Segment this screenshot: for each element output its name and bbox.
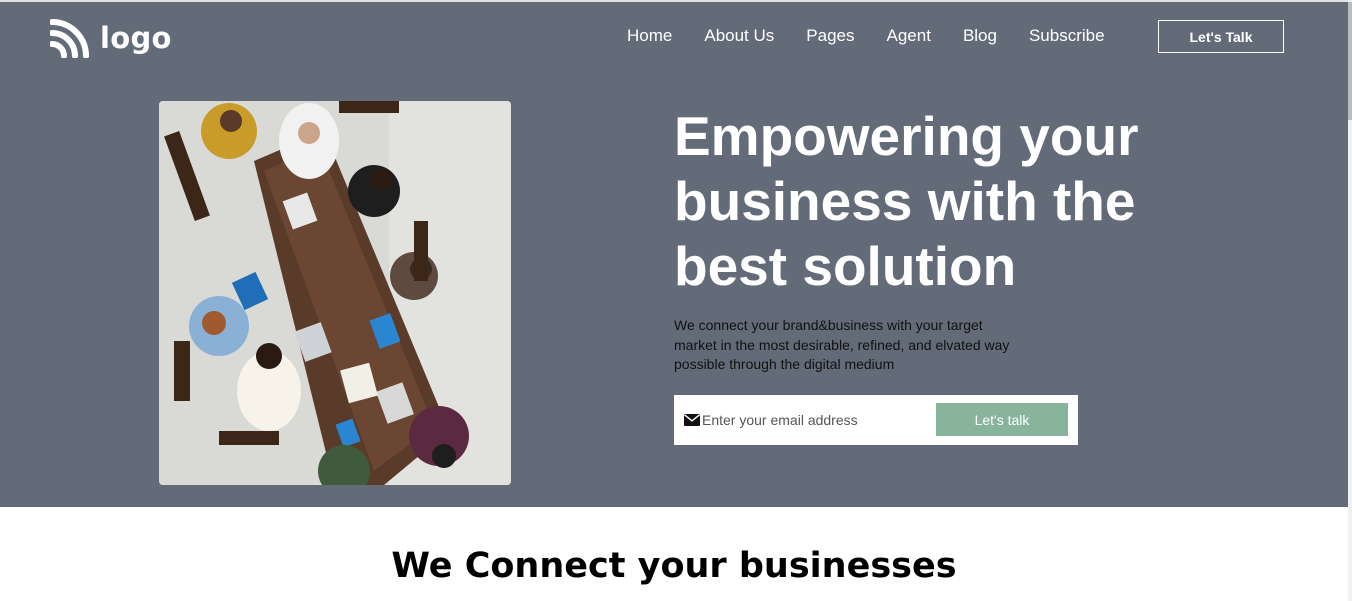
email-submit-button[interactable]: Let's talk	[936, 403, 1068, 436]
scrollbar-thumb[interactable]	[1348, 2, 1352, 120]
email-input[interactable]	[702, 407, 922, 433]
logo-text: logo	[100, 21, 172, 55]
mail-icon	[684, 414, 700, 426]
main-nav: Home About Us Pages Agent Blog Subscribe	[627, 26, 1105, 46]
nav-agent[interactable]: Agent	[887, 26, 931, 46]
nav-about-us[interactable]: About Us	[704, 26, 774, 46]
lets-talk-button[interactable]: Let's Talk	[1158, 20, 1284, 53]
team-meeting-photo	[159, 101, 511, 485]
subtext-line-3: possible through the digital medium	[674, 356, 895, 372]
nav-home[interactable]: Home	[627, 26, 672, 46]
subtext-line-2: market in the most desirable, refined, a…	[674, 336, 1010, 353]
nav-subscribe[interactable]: Subscribe	[1029, 26, 1105, 46]
hero-headline: Empowering your business with the best s…	[674, 104, 1274, 299]
headline-line-1: Empowering your	[674, 105, 1139, 167]
nav-pages[interactable]: Pages	[806, 26, 854, 46]
logo[interactable]: logo	[50, 18, 172, 58]
email-signup-form: Let's talk	[674, 395, 1078, 445]
headline-line-2: business with the	[674, 170, 1136, 232]
headline-line-3: best solution	[674, 235, 1017, 297]
subtext-line-1: We connect your brand&business with your…	[674, 317, 983, 333]
nav-blog[interactable]: Blog	[963, 26, 997, 46]
page-scrollbar[interactable]	[1348, 0, 1352, 601]
hero-image	[159, 101, 511, 485]
hero-subtext: We connect your brand&business with your…	[674, 316, 1054, 375]
hero-section: logo Home About Us Pages Agent Blog Subs…	[0, 2, 1348, 507]
section-title: We Connect your businesses	[391, 546, 957, 586]
logo-icon	[50, 19, 89, 58]
